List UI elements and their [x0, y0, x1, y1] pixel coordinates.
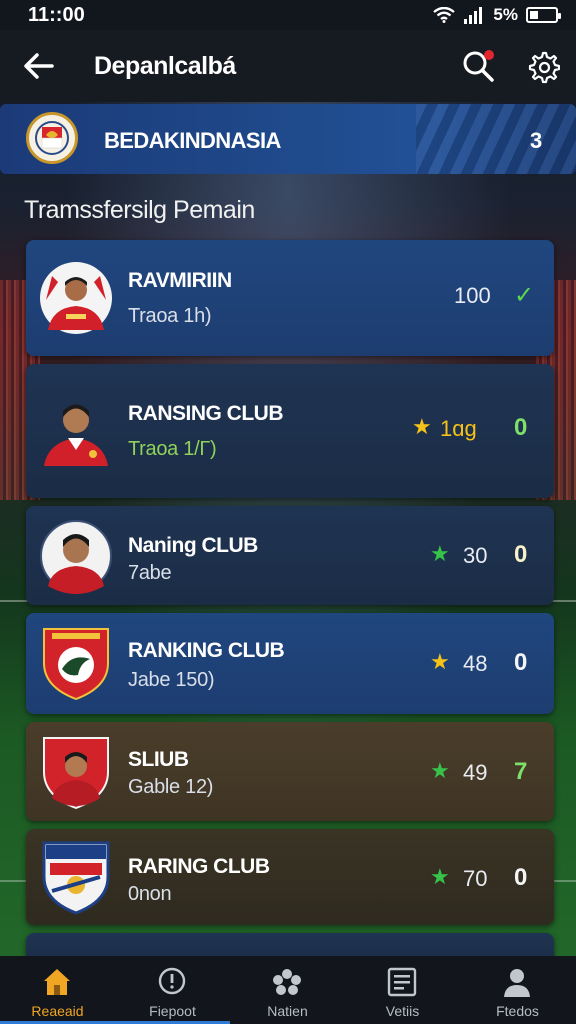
player-card[interactable]: RARING CLUB 0non ★ 70 0	[26, 829, 554, 925]
player-avatar	[43, 737, 109, 810]
star-icon: ★	[430, 758, 450, 783]
notification-dot	[484, 50, 494, 60]
player-value: 0	[514, 541, 528, 568]
player-card[interactable]: RANKING CLUB Jabe 150) ★ 48 0	[26, 613, 554, 714]
player-name: RANSING CLUB	[128, 402, 284, 425]
home-icon	[44, 969, 70, 995]
player-value: 0	[514, 864, 528, 891]
star-icon: ★	[430, 864, 450, 889]
player-card[interactable]: SLIUB Gable 12) ★ 49 7	[26, 722, 554, 821]
player-avatar	[40, 262, 112, 334]
player-card[interactable]: Naning CLUB 7abe ★ 30 0	[26, 506, 554, 605]
player-name: RANKING CLUB	[128, 639, 285, 662]
club-crest	[43, 628, 109, 701]
player-name: RAVMIRIIN	[128, 269, 232, 292]
flower-icon	[273, 969, 301, 995]
player-score: 30	[463, 543, 488, 568]
player-subtitle: 0non	[128, 883, 172, 905]
back-arrow-icon[interactable]	[22, 50, 56, 82]
player-name: Naning CLUB	[128, 534, 258, 557]
status-icons: 5%	[433, 5, 561, 25]
nav-item-nation[interactable]: Natien	[230, 956, 345, 1024]
player-avatar	[44, 404, 108, 466]
bottom-navigation: Reaeaid Fiepoot Natien Vetiis Ftedos	[0, 956, 576, 1024]
star-icon: ★	[430, 649, 450, 674]
status-check-icon: ✓	[514, 282, 535, 309]
league-count[interactable]: 3	[530, 128, 542, 154]
alert-icon	[158, 967, 186, 995]
player-score: 48	[463, 651, 488, 676]
section-title: Tramssfersilg Pemain	[24, 196, 255, 224]
nav-label: Vetiis	[385, 1003, 420, 1019]
gear-icon[interactable]	[526, 50, 560, 84]
player-subtitle: Traoa 1/Γ)	[128, 438, 217, 460]
league-logo	[26, 112, 78, 164]
player-score: 49	[463, 760, 488, 785]
league-name: BEDAKINDNASIA	[104, 128, 281, 153]
nav-item-report[interactable]: Fiepoot	[115, 956, 230, 1024]
player-name: RARING CLUB	[128, 855, 270, 878]
star-icon: ★	[412, 414, 432, 439]
battery-icon	[526, 7, 561, 23]
player-name: SLIUB	[128, 748, 189, 771]
league-banner[interactable]: BEDAKINDNASIA 3	[0, 104, 576, 174]
list-icon	[387, 967, 417, 997]
player-score: 1ɑg	[440, 416, 477, 441]
player-card[interactable]: RANSING CLUB Traoa 1/Γ) ★ 1ɑg 0	[26, 364, 554, 498]
nav-label: Ftedos	[496, 1003, 539, 1019]
player-subtitle: Gable 12)	[128, 776, 214, 798]
player-subtitle: Traoa 1h)	[128, 305, 212, 327]
nav-item-profile[interactable]: Ftedos	[460, 956, 575, 1024]
player-value: 7	[514, 758, 528, 785]
player-value: 0	[514, 649, 528, 676]
battery-percent: 5%	[493, 5, 518, 24]
player-score: 100	[454, 283, 491, 308]
player-value: 0	[514, 414, 528, 441]
wifi-icon	[433, 7, 456, 23]
banner-decoration	[416, 104, 576, 174]
user-icon	[504, 969, 530, 997]
signal-icon	[464, 7, 483, 24]
nav-label: Fiepoot	[149, 1003, 196, 1019]
nav-label: Natien	[267, 1003, 308, 1019]
nav-item-home[interactable]: Reaeaid	[0, 956, 115, 1024]
player-card[interactable]: RAVMIRIIN Traoa 1h) 100 ✓	[26, 240, 554, 356]
player-subtitle: 7abe	[128, 562, 172, 584]
status-time: 11::00	[28, 4, 85, 26]
page-title: Depanlcalbá	[94, 52, 236, 80]
status-bar: 11::00 5%	[0, 0, 576, 30]
app-header: Depanlcalbá	[0, 30, 576, 102]
nav-item-vehicles[interactable]: Vetiis	[345, 956, 460, 1024]
nav-label: Reaeaid	[31, 1003, 84, 1019]
player-avatar	[40, 520, 112, 594]
player-score: 70	[463, 866, 488, 891]
club-crest	[42, 841, 110, 915]
star-icon: ★	[430, 541, 450, 566]
player-subtitle: Jabe 150)	[128, 669, 215, 691]
